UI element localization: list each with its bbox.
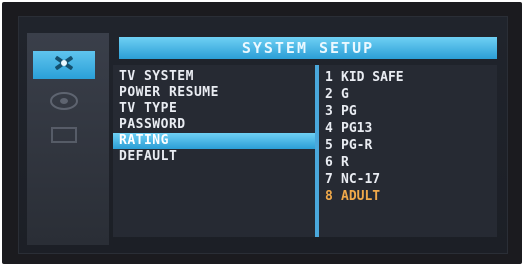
rating-option-pg13[interactable]: 4 PG13 xyxy=(325,120,493,137)
disc-icon xyxy=(49,90,79,117)
option-number: 1 xyxy=(325,70,333,85)
option-label: PG-R xyxy=(341,138,373,153)
rating-option-nc-17[interactable]: 7 NC-17 xyxy=(325,171,493,188)
audio-tab[interactable] xyxy=(33,89,95,117)
rating-option-kid-safe[interactable]: 1 KID SAFE xyxy=(325,69,493,86)
menu-item-rating[interactable]: RATING xyxy=(113,133,315,149)
setup-icon xyxy=(51,53,77,78)
tv-icon xyxy=(49,125,79,150)
option-label: PG13 xyxy=(341,121,373,136)
option-label: R xyxy=(341,155,349,170)
menu-item-power-resume[interactable]: POWER RESUME xyxy=(113,85,315,101)
option-number: 5 xyxy=(325,138,333,153)
menu-item-tv-type[interactable]: TV TYPE xyxy=(113,101,315,117)
option-label: ADULT xyxy=(341,189,381,204)
option-number: 3 xyxy=(325,104,333,119)
menu-panel: TV SYSTEM POWER RESUME TV TYPE PASSWORD … xyxy=(113,65,497,237)
rating-option-pg[interactable]: 3 PG xyxy=(325,103,493,120)
menu-item-default[interactable]: DEFAULT xyxy=(113,149,315,165)
option-label: KID SAFE xyxy=(341,70,404,85)
option-number: 2 xyxy=(325,87,333,102)
rating-options-list: 1 KID SAFE 2 G 3 PG 4 PG13 5 PG-R 6 R 7 … xyxy=(325,69,493,205)
option-label: NC-17 xyxy=(341,172,381,187)
menu-divider xyxy=(315,65,319,237)
option-number: 6 xyxy=(325,155,333,170)
rating-option-adult[interactable]: 8 ADULT xyxy=(325,188,493,205)
tv-photo: SYSTEM SETUP TV SYSTEM POWER RESUME TV T… xyxy=(2,2,522,264)
rating-option-g[interactable]: 2 G xyxy=(325,86,493,103)
category-icon-column xyxy=(27,33,109,245)
option-number: 4 xyxy=(325,121,333,136)
setup-tab[interactable] xyxy=(33,51,95,79)
settings-menu: TV SYSTEM POWER RESUME TV TYPE PASSWORD … xyxy=(113,69,315,165)
menu-item-tv-system[interactable]: TV SYSTEM xyxy=(113,69,315,85)
rating-option-r[interactable]: 6 R xyxy=(325,154,493,171)
option-number: 8 xyxy=(325,189,333,204)
page-title: SYSTEM SETUP xyxy=(119,37,497,59)
option-label: G xyxy=(341,87,349,102)
option-number: 7 xyxy=(325,172,333,187)
rating-option-pg-r[interactable]: 5 PG-R xyxy=(325,137,493,154)
tv-screen: SYSTEM SETUP TV SYSTEM POWER RESUME TV T… xyxy=(18,16,508,254)
option-label: PG xyxy=(341,104,357,119)
video-tab[interactable] xyxy=(33,123,95,151)
menu-item-password[interactable]: PASSWORD xyxy=(113,117,315,133)
